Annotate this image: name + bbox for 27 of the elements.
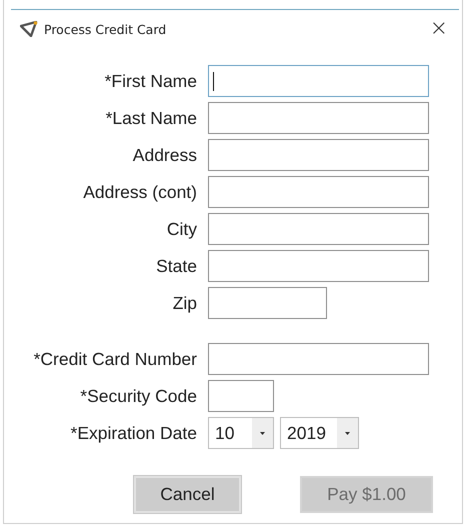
input-field[interactable] xyxy=(208,250,429,282)
field-label: Address (cont) xyxy=(82,182,197,202)
caret-icon xyxy=(345,432,350,434)
field-label: *Security Code xyxy=(79,386,197,406)
field-label: *First Name xyxy=(104,70,197,92)
field-label: *Last Name xyxy=(104,108,197,128)
dropdown-field[interactable]: 10 xyxy=(208,417,274,449)
input-field[interactable] xyxy=(208,287,327,319)
window-title: Process Credit Card xyxy=(44,22,166,36)
input-field[interactable] xyxy=(208,176,429,208)
caret-icon xyxy=(260,432,265,434)
input-field[interactable] xyxy=(208,380,274,412)
field-label: Zip xyxy=(172,292,197,314)
close-button[interactable]: × xyxy=(430,18,448,40)
input-field[interactable] xyxy=(208,213,429,245)
cancel-button[interactable]: Cancel xyxy=(134,476,241,513)
field-label: City xyxy=(166,218,197,240)
field-label: Address xyxy=(132,144,197,166)
field-label: State xyxy=(155,256,197,276)
dropdown-field[interactable]: 2019 xyxy=(280,417,359,449)
input-field[interactable] xyxy=(208,139,429,171)
field-label: *Expiration Date xyxy=(70,422,197,444)
input-field[interactable] xyxy=(208,102,429,134)
app-logo-icon xyxy=(20,21,38,37)
field-label: *Credit Card Number xyxy=(32,348,197,370)
input-field[interactable] xyxy=(208,343,429,375)
input-field[interactable] xyxy=(208,65,429,97)
